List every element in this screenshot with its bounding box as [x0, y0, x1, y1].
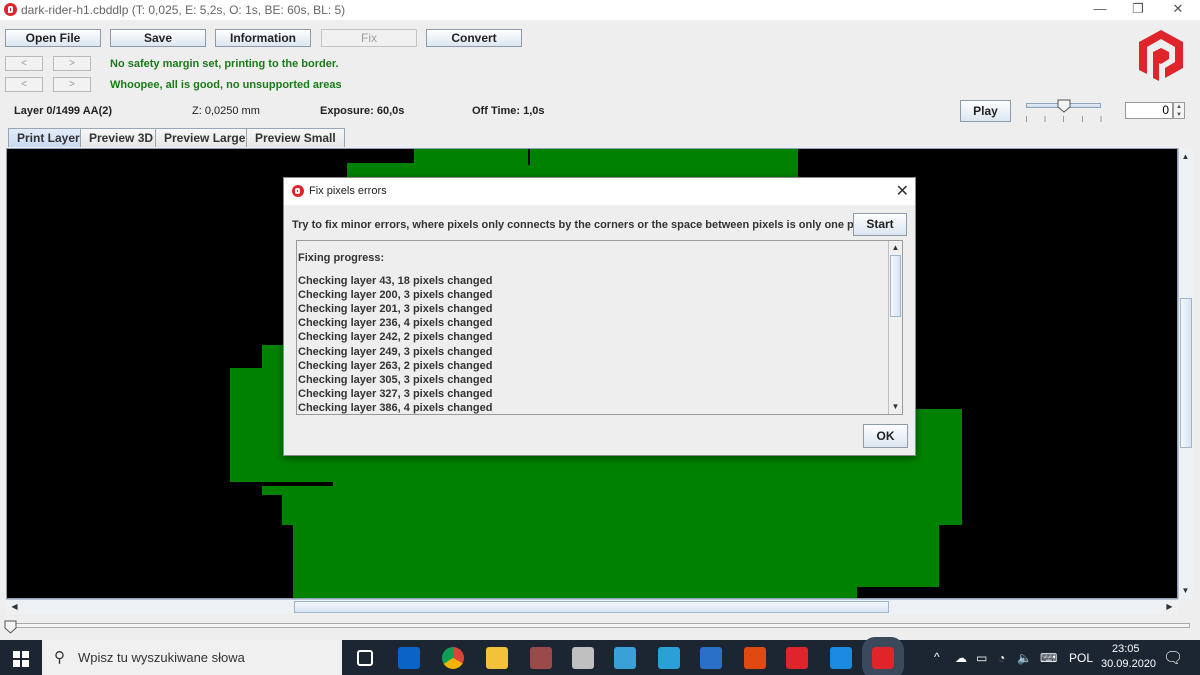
log-line: Checking layer 386, 4 pixels changed [298, 401, 493, 414]
window-app-taskbar-icon[interactable] [700, 647, 722, 669]
next-unsupported-button[interactable]: > [53, 77, 91, 92]
open-file-button[interactable]: Open File [5, 29, 101, 47]
layer-slider-thumb[interactable] [4, 620, 17, 634]
close-button[interactable]: ✕ [1158, 0, 1198, 20]
n-app-taskbar-icon[interactable] [658, 647, 680, 669]
dialog-titlebar: Fix pixels errors ✕ [284, 178, 915, 205]
window-titlebar: dark-rider-h1.cbddlp (T: 0,025, E: 5,2s,… [0, 0, 1200, 20]
progress-log-content: Fixing progress: Checking layer 43, 18 p… [298, 251, 492, 415]
windows-start-icon[interactable] [13, 651, 29, 667]
cube-app-taskbar-icon[interactable] [530, 647, 552, 669]
minimize-button[interactable]: — [1080, 0, 1120, 20]
log-line: Checking layer 263, 2 pixels changed [298, 359, 493, 372]
play-button[interactable]: Play [960, 100, 1011, 122]
speed-slider-thumb[interactable] [1057, 99, 1071, 113]
tab-preview-small[interactable]: Preview Small [246, 128, 345, 147]
paint-app-taskbar-icon[interactable] [572, 647, 594, 669]
speed-slider-ticks [1026, 116, 1102, 122]
fix-button[interactable]: Fix [321, 29, 417, 47]
layer-label: Layer 0/1499 AA(2) [14, 105, 113, 117]
volume-icon[interactable]: 🔈 [1017, 651, 1032, 665]
layer-spinner-input[interactable]: 0 [1125, 102, 1173, 119]
layer-gap [237, 482, 333, 486]
next-issue-button[interactable]: > [53, 56, 91, 71]
exposure-label: Exposure: 60,0s [320, 105, 405, 117]
outlook-taskbar-icon[interactable] [398, 647, 420, 669]
log-scrollbar[interactable]: ▲ ▼ [888, 241, 902, 414]
scroll-left-arrow-icon[interactable]: ◀ [8, 600, 21, 613]
keyboard-icon[interactable]: ⌨ [1040, 651, 1057, 665]
onedrive-icon[interactable]: ☁ [955, 651, 967, 665]
log-scroll-down-icon[interactable]: ▼ [889, 400, 902, 413]
progress-log[interactable]: Fixing progress: Checking layer 43, 18 p… [296, 240, 903, 415]
clock-date[interactable]: 30.09.2020 [1101, 658, 1156, 670]
scroll-down-arrow-icon[interactable]: ▼ [1179, 584, 1192, 597]
z-height-label: Z: 0,0250 mm [192, 105, 260, 117]
taskbar-search-box[interactable]: ⚲ Wpisz tu wyszukiwane słowa [42, 640, 342, 675]
brand-logo-icon [1139, 30, 1183, 81]
tab-preview-3d[interactable]: Preview 3D [80, 128, 163, 147]
window-title: dark-rider-h1.cbddlp (T: 0,025, E: 5,2s,… [21, 3, 346, 17]
prev-unsupported-button[interactable]: < [5, 77, 43, 92]
tray-chevron-icon[interactable]: ^ [934, 650, 940, 664]
tab-print-layer[interactable]: Print Layer [8, 128, 89, 147]
wifi-icon[interactable]: ◔ [998, 651, 1005, 665]
dialog-title: Fix pixels errors [309, 185, 387, 197]
clock-time[interactable]: 23:05 [1112, 643, 1140, 655]
layer-shape [302, 479, 647, 499]
convert-button[interactable]: Convert [426, 29, 522, 47]
search-placeholder: Wpisz tu wyszukiwane słowa [78, 650, 245, 665]
notifications-icon[interactable]: 🗨 [1163, 648, 1183, 668]
log-line: Checking layer 305, 3 pixels changed [298, 373, 493, 386]
log-line: Checking layer 236, 4 pixels changed [298, 317, 493, 330]
ok-button[interactable]: OK [863, 424, 908, 448]
support-status: Whoopee, all is good, no unsupported are… [110, 79, 342, 91]
log-line: Checking layer 242, 2 pixels changed [298, 331, 493, 344]
log-line: Checking layer 201, 3 pixels changed [298, 303, 493, 316]
battery-icon[interactable]: ▭ [976, 651, 987, 665]
log-line: Checking layer 327, 3 pixels changed [298, 387, 493, 400]
dialog-description: Try to fix minor errors, where pixels on… [292, 219, 876, 231]
scroll-right-arrow-icon[interactable]: ▶ [1163, 600, 1176, 613]
information-button[interactable]: Information [215, 29, 311, 47]
search-icon: ⚲ [54, 649, 65, 666]
tab-preview-large[interactable]: Preview Large [155, 128, 255, 147]
language-indicator[interactable]: POL [1069, 651, 1093, 665]
save-button[interactable]: Save [110, 29, 206, 47]
log-line: Checking layer 249, 3 pixels changed [298, 345, 493, 358]
task-view-taskbar-icon[interactable] [357, 650, 373, 666]
margin-status: No safety margin set, printing to the bo… [110, 58, 339, 70]
chitubox-taskbar-icon[interactable] [786, 647, 808, 669]
log-header: Fixing progress: [298, 252, 385, 264]
app-logo-icon [4, 3, 17, 16]
photo-app-taskbar-icon[interactable] [614, 647, 636, 669]
vertical-scroll-thumb[interactable] [1180, 298, 1192, 448]
maximize-button[interactable]: ❐ [1118, 0, 1158, 20]
dialog-app-icon [292, 185, 304, 197]
start-button[interactable]: Start [853, 213, 907, 236]
layer-gap [528, 149, 530, 165]
layer-spinner-arrows[interactable]: ▲ ▼ [1173, 102, 1185, 119]
log-line: Checking layer 200, 3 pixels changed [298, 289, 493, 302]
layer-shape [293, 579, 857, 598]
scroll-up-arrow-icon[interactable]: ▲ [1179, 150, 1192, 163]
photon-app-active-taskbar-icon[interactable] [862, 637, 904, 675]
prev-issue-button[interactable]: < [5, 56, 43, 71]
chrome-taskbar-icon[interactable] [442, 647, 464, 669]
log-line: Checking layer 43, 18 pixels changed [298, 275, 493, 288]
canvas-horizontal-scrollbar[interactable]: ◀ ▶ [6, 599, 1178, 614]
log-scroll-thumb[interactable] [890, 255, 901, 317]
canvas-vertical-scrollbar[interactable]: ▲ ▼ [1178, 148, 1193, 599]
off-time-label: Off Time: 1,0s [472, 105, 545, 117]
fix-pixels-dialog: Fix pixels errors ✕ Try to fix minor err… [283, 177, 916, 456]
c-app-taskbar-icon[interactable] [830, 647, 852, 669]
office-taskbar-icon[interactable] [744, 647, 766, 669]
dialog-close-icon[interactable]: ✕ [896, 181, 909, 201]
layer-shape [293, 505, 939, 587]
file-explorer-taskbar-icon[interactable] [486, 647, 508, 669]
layer-slider-track[interactable] [8, 623, 1190, 628]
log-scroll-up-icon[interactable]: ▲ [889, 241, 902, 254]
horizontal-scroll-thumb[interactable] [294, 601, 889, 613]
